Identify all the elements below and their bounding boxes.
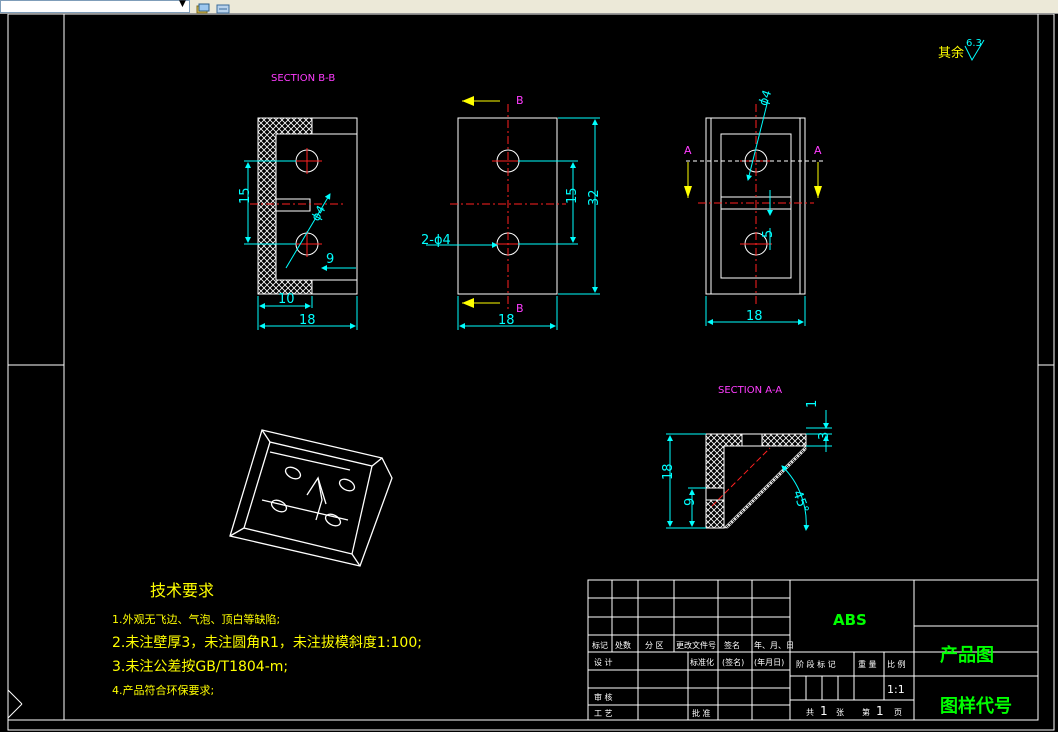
tech-req-item-1: 1.外观无飞边、气泡、顶白等缺陷;	[112, 612, 280, 626]
right-label-a-right: A	[814, 144, 822, 157]
aa-dim-1: 1	[805, 400, 820, 408]
date-placeholder: (年月日)	[754, 657, 784, 667]
section-aa-title: SECTION A-A	[718, 385, 782, 396]
front-dim-15: 15	[565, 187, 580, 204]
right-dim-18: 18	[746, 309, 763, 324]
surface-roughness-symbol: 其余 6.3	[938, 38, 985, 62]
front-dim-holes: 2-ϕ4	[421, 233, 451, 248]
aa-dim-3: 3	[817, 432, 832, 440]
rev-header-zone: 分 区	[645, 641, 664, 650]
layer-combo[interactable]: ▼	[0, 0, 190, 13]
scale-value: 1:1	[887, 683, 905, 696]
right-view	[684, 104, 826, 304]
layer-states-icon[interactable]	[196, 0, 210, 14]
process-label: 工 艺	[594, 709, 613, 718]
rev-header-sign: 签名	[724, 640, 740, 650]
material-label: ABS	[833, 611, 867, 629]
section-bb-title: SECTION B-B	[271, 73, 335, 84]
section-bb-view: SECTION B-B	[250, 73, 358, 295]
tech-req-item-4: 4.产品符合环保要求;	[112, 683, 214, 697]
bb-dim-10: 10	[278, 292, 295, 307]
front-dim-18: 18	[498, 313, 515, 328]
sign-placeholder: (签名)	[722, 657, 744, 667]
scale-header: 比 例	[887, 659, 906, 669]
review-label: 审 核	[594, 692, 613, 702]
chevron-down-icon[interactable]: ▼	[179, 0, 186, 9]
tech-req-title: 技术要求	[150, 581, 214, 600]
bb-dim-15: 15	[238, 187, 253, 204]
rev-header-count: 处数	[615, 640, 631, 650]
rev-header-date: 年、月、日	[754, 640, 794, 650]
sheet-num-post: 页	[894, 708, 902, 717]
front-view	[450, 96, 566, 312]
right-dim-phi4: ϕ4	[756, 88, 774, 107]
section-aa-dimensions	[666, 410, 832, 531]
tech-req-item-3: 3.未注公差按GB/T1804-m;	[112, 659, 288, 675]
sheet-num: 1	[876, 704, 884, 718]
bb-dim-phi4: ϕ4	[308, 203, 328, 223]
toolbar: ▼	[0, 0, 1058, 14]
sheet-total: 1	[820, 704, 828, 718]
sheet-total-pre: 共	[806, 708, 814, 717]
standardize-label: 标准化	[690, 657, 714, 667]
rev-header-mark: 标记	[592, 640, 608, 650]
drawing-name: 产品图	[940, 644, 994, 666]
stage-mark-header: 阶 段 标 记	[796, 659, 836, 669]
approve-label: 批 准	[692, 708, 711, 718]
drawing-code: 图样代号	[940, 695, 1012, 717]
sheet-total-post: 张	[836, 708, 844, 717]
layer-previous-icon[interactable]	[216, 0, 230, 14]
drawing-canvas[interactable]: 其余 6.3 SECTION B-B 15 ϕ4 9 10 18 B B 2-ϕ…	[0, 14, 1058, 732]
right-label-a-left: A	[684, 144, 692, 157]
bb-dim-18: 18	[299, 313, 316, 328]
roughness-value: 6.3	[966, 38, 982, 49]
aa-dim-18: 18	[661, 463, 676, 480]
right-dim-5: 5	[761, 230, 776, 238]
front-view-dimensions	[426, 117, 600, 330]
weight-header: 重 量	[858, 659, 877, 669]
front-dim-32: 32	[587, 189, 602, 206]
rev-header-doc: 更改文件号	[676, 640, 716, 650]
sheet-num-pre: 第	[862, 707, 870, 717]
title-block-text: ABS 产品图 图样代号 1:1 标记 处数 分 区 更改文件号 签名 年、月、…	[592, 611, 1012, 718]
front-label-b-top: B	[516, 94, 524, 107]
aa-dim-45: 45°	[789, 489, 811, 516]
bb-dim-9: 9	[326, 252, 334, 267]
aa-dim-9: 9	[683, 498, 698, 506]
front-label-b-bottom: B	[516, 302, 524, 315]
section-aa-view: SECTION A-A	[705, 385, 807, 529]
roughness-prefix: 其余	[938, 45, 964, 61]
tech-requirements: 技术要求 1.外观无飞边、气泡、顶白等缺陷; 2.未注壁厚3，未注圆角R1，未注…	[112, 581, 422, 697]
design-label: 设 计	[594, 657, 613, 667]
tech-req-item-2: 2.未注壁厚3，未注圆角R1，未注拔模斜度1:100;	[112, 635, 422, 651]
isometric-view	[229, 429, 393, 567]
